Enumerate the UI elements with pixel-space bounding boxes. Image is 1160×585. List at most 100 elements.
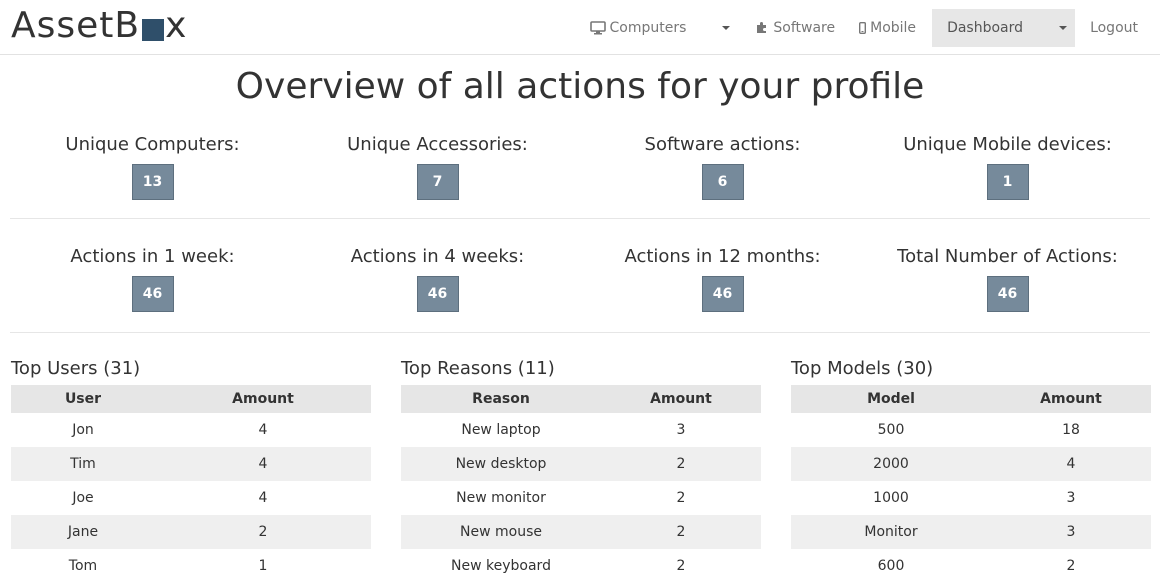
nav-computers[interactable]: Computers — [578, 9, 699, 47]
nav-mobile-label: Mobile — [870, 19, 917, 36]
nav-mobile[interactable]: Mobile — [847, 9, 928, 47]
table-row: 500 18 — [791, 413, 1151, 447]
stat-actions-1-week: Actions in 1 week: 46 — [10, 233, 295, 332]
table-row: New keyboard 2 — [401, 549, 761, 583]
column-header[interactable]: Amount — [155, 385, 371, 413]
table-row: Jon 4 — [11, 413, 371, 447]
brand-logo[interactable]: AssetB x — [11, 3, 187, 49]
stat-badge: 46 — [701, 276, 744, 312]
column-header[interactable]: Amount — [991, 385, 1151, 413]
table-cell: Joe — [72, 490, 94, 506]
monitor-icon — [589, 20, 606, 35]
top-reasons-panel: Top Reasons (11) Reason Amount New lapto… — [401, 355, 761, 583]
table-row: New desktop 2 — [401, 447, 761, 481]
table-row: New laptop 3 — [401, 413, 761, 447]
stat-unique-computers: Unique Computers: 13 — [10, 119, 295, 218]
stat-label: Actions in 12 months: — [624, 246, 821, 267]
table-row: Monitor 3 — [791, 515, 1151, 549]
table-cell: 2 — [676, 490, 686, 506]
table-cell: 3 — [676, 422, 686, 438]
top-models-panel: Top Models (30) Model Amount 500 18 2000 4… — [791, 355, 1151, 583]
brand-text-end: x — [165, 5, 188, 46]
stat-actions-12-months: Actions in 12 months: 46 — [580, 233, 865, 332]
table-cell: 600 — [877, 558, 905, 574]
navbar: AssetB x Computers Software Mobile Dashbo… — [0, 0, 1160, 55]
top-users-panel: Top Users (31) User Amount Jon 4 Tim 4 Joe… — [11, 355, 371, 583]
table-cell: 1000 — [873, 490, 909, 506]
computers-dropdown-toggle[interactable] — [698, 9, 744, 47]
column-header[interactable]: Amount — [601, 385, 761, 413]
table-cell: 4 — [155, 447, 371, 481]
stat-total-actions: Total Number of Actions: 46 — [865, 233, 1150, 332]
panel-title: Top Models (30) — [791, 358, 934, 379]
stat-label: Actions in 1 week: — [70, 246, 235, 267]
table-row: Joe 4 — [11, 481, 371, 515]
stat-label: Actions in 4 weeks: — [350, 246, 525, 267]
panel-title: Top Reasons (11) — [401, 358, 555, 379]
panel-title: Top Users (31) — [11, 358, 141, 379]
table-cell: 3 — [1066, 490, 1076, 506]
table-cell: New desktop — [401, 447, 601, 481]
table-cell: Jon — [72, 422, 94, 438]
nav-dashboard-label: Dashboard — [947, 19, 1024, 36]
nav-software[interactable]: Software — [744, 9, 847, 47]
top-tables: Top Users (31) User Amount Jon 4 Tim 4 Joe… — [11, 355, 1160, 583]
table-row: 600 2 — [791, 549, 1151, 583]
table-cell: Jane — [11, 515, 155, 549]
column-header[interactable]: Model — [791, 385, 991, 413]
table-cell: New monitor — [456, 490, 546, 506]
stat-label: Unique Accessories: — [347, 134, 528, 155]
stat-software-actions: Software actions: 6 — [580, 119, 865, 218]
brand-text-start: AssetB — [11, 5, 141, 46]
stat-label: Unique Computers: — [65, 134, 240, 155]
table-cell: 4 — [258, 422, 268, 438]
stat-badge: 13 — [131, 164, 174, 200]
top-models-table: Model Amount 500 18 2000 4 1000 3 Monitor 3 … — [791, 385, 1151, 583]
logo-box-icon — [142, 19, 165, 41]
nav-logout[interactable]: Logout — [1083, 9, 1150, 47]
table-row: Tom 1 — [11, 549, 371, 583]
caret-down-icon — [1059, 25, 1068, 30]
stat-label: Software actions: — [644, 134, 801, 155]
stat-badge: 46 — [131, 276, 174, 312]
stat-badge: 1 — [986, 164, 1029, 200]
table-row: Tim 4 — [11, 447, 371, 481]
table-cell: 2 — [1066, 558, 1076, 574]
stats-row-totals: Unique Computers: 13 Unique Accessories:… — [10, 119, 1150, 219]
nav-software-label: Software — [773, 19, 836, 36]
table-row: 2000 4 — [791, 447, 1151, 481]
table-row: Jane 2 — [11, 515, 371, 549]
table-cell: Monitor — [791, 515, 991, 549]
table-cell: 2 — [676, 558, 686, 574]
table-cell: 18 — [1062, 422, 1080, 438]
table-cell: 2 — [601, 515, 761, 549]
top-reasons-table: Reason Amount New laptop 3 New desktop 2 N… — [401, 385, 761, 583]
caret-down-icon — [722, 25, 731, 30]
table-cell: New keyboard — [451, 558, 551, 574]
table-cell: 4 — [258, 490, 268, 506]
stat-label: Unique Mobile devices: — [903, 134, 1112, 155]
table-row: New mouse 2 — [401, 515, 761, 549]
column-header[interactable]: User — [11, 385, 155, 413]
column-header[interactable]: Reason — [401, 385, 601, 413]
table-cell: 3 — [991, 515, 1151, 549]
table-cell: New mouse — [401, 515, 601, 549]
stat-actions-4-weeks: Actions in 4 weeks: 46 — [295, 233, 580, 332]
table-cell: 500 — [877, 422, 905, 438]
nav-logout-label: Logout — [1090, 19, 1138, 36]
stat-unique-accessories: Unique Accessories: 7 — [295, 119, 580, 218]
table-row: New monitor 2 — [401, 481, 761, 515]
stat-unique-mobile-devices: Unique Mobile devices: 1 — [865, 119, 1150, 218]
nav-dashboard[interactable]: Dashboard — [932, 8, 1076, 47]
stat-badge: 46 — [416, 276, 459, 312]
table-cell: 2 — [601, 447, 761, 481]
table-cell: 2 — [155, 515, 371, 549]
table-row: 1000 3 — [791, 481, 1151, 515]
stat-label: Total Number of Actions: — [897, 246, 1118, 267]
table-cell: 4 — [991, 447, 1151, 481]
table-cell: 1 — [258, 558, 268, 574]
page-title: Overview of all actions for your profile — [235, 66, 925, 107]
table-cell: 2000 — [791, 447, 991, 481]
main-nav: Computers Software Mobile Dashboard Logo… — [578, 0, 1150, 55]
table-cell: Tim — [11, 447, 155, 481]
